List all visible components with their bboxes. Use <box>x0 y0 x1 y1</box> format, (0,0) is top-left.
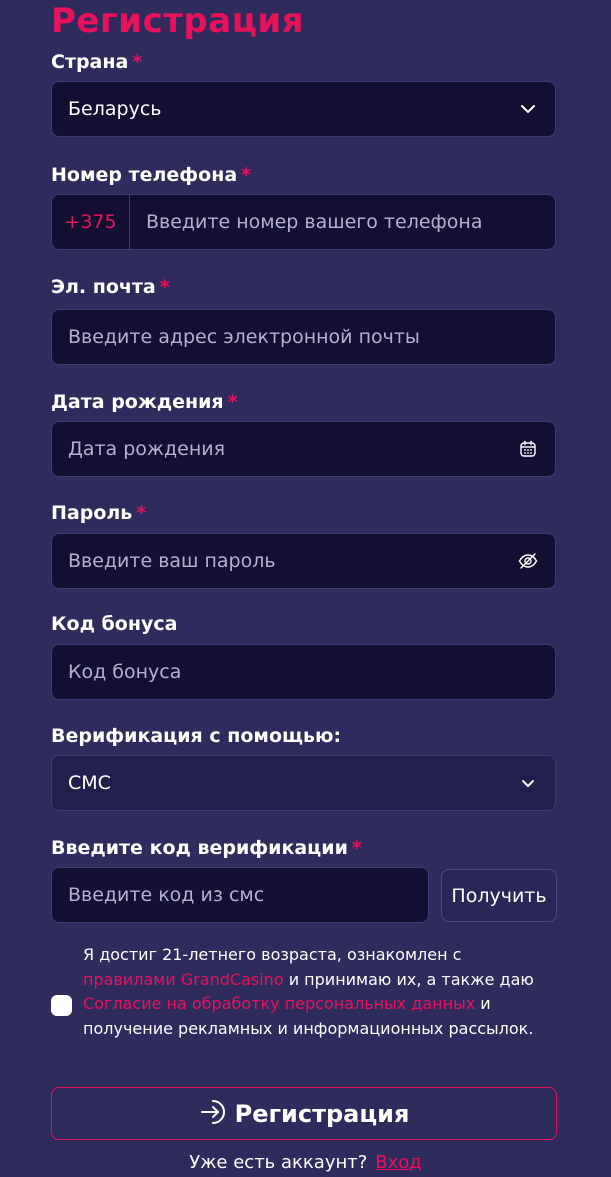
required-mark: * <box>159 276 170 298</box>
birthdate-label: Дата рождения * <box>51 390 238 414</box>
email-field[interactable]: Введите адрес электронной почты <box>51 309 556 365</box>
bonus-placeholder: Код бонуса <box>68 661 182 683</box>
required-mark: * <box>227 391 238 413</box>
verification-method-value: СМС <box>68 772 111 794</box>
chevron-down-icon <box>517 772 539 794</box>
password-placeholder: Введите ваш пароль <box>68 550 276 572</box>
password-field[interactable]: Введите ваш пароль <box>51 533 556 589</box>
required-mark: * <box>136 502 147 524</box>
country-label: Страна * <box>51 50 142 74</box>
country-select[interactable]: Беларусь <box>51 81 556 137</box>
required-mark: * <box>132 51 143 73</box>
verification-code-field[interactable]: Введите код из смс <box>51 867 429 923</box>
email-placeholder: Введите адрес электронной почты <box>68 326 420 348</box>
required-mark: * <box>351 837 362 859</box>
registration-page: Регистрация Страна * Беларусь Номер телеф… <box>0 0 611 1177</box>
phone-label-text: Номер телефона <box>51 164 238 186</box>
country-value: Беларусь <box>68 98 162 120</box>
phone-prefix: +375 <box>52 195 130 249</box>
bonus-label: Код бонуса <box>51 613 178 635</box>
calendar-icon[interactable] <box>517 438 539 460</box>
chevron-down-icon <box>517 98 539 120</box>
get-code-button[interactable]: Получить <box>441 869 557 922</box>
verification-code-label-text: Введите код верификации <box>51 837 348 859</box>
email-label-text: Эл. почта <box>51 276 156 298</box>
password-label: Пароль * <box>51 501 146 525</box>
register-button-label: Регистрация <box>234 1099 410 1128</box>
verification-code-label: Введите код верификации * <box>51 836 362 860</box>
login-prompt: Уже есть аккаунт? <box>189 1152 368 1173</box>
personal-data-consent-link[interactable]: Согласие на обработку персональных данны… <box>83 994 475 1013</box>
login-link[interactable]: Вход <box>375 1152 421 1173</box>
rules-link[interactable]: правилами GrandCasino <box>83 970 284 989</box>
birthdate-label-text: Дата рождения <box>51 391 224 413</box>
consent-checkbox[interactable] <box>51 995 72 1016</box>
email-label: Эл. почта * <box>51 275 170 299</box>
verification-method-label: Верификация с помощью: <box>51 725 342 747</box>
verification-code-placeholder: Введите код из смс <box>68 884 265 906</box>
country-label-text: Страна <box>51 51 129 73</box>
register-button[interactable]: Регистрация <box>51 1087 557 1140</box>
phone-field[interactable]: +375 Введите номер вашего телефона <box>51 194 556 250</box>
birthdate-placeholder: Дата рождения <box>68 438 226 460</box>
consent-text: Я достиг 21-летнего возраста, ознакомлен… <box>83 943 543 1041</box>
eye-off-icon[interactable] <box>517 550 539 572</box>
birthdate-field[interactable]: Дата рождения <box>51 421 556 477</box>
phone-placeholder: Введите номер вашего телефона <box>146 211 483 233</box>
page-title: Регистрация <box>51 1 305 41</box>
login-row: Уже есть аккаунт? Вход <box>0 1152 611 1173</box>
password-label-text: Пароль <box>51 502 133 524</box>
phone-label: Номер телефона * <box>51 163 251 187</box>
required-mark: * <box>241 164 252 186</box>
consent-text-part-2: и принимаю их, а также даю <box>283 969 534 989</box>
login-arrow-icon <box>199 1098 229 1130</box>
bonus-code-field[interactable]: Код бонуса <box>51 644 556 700</box>
verification-method-select[interactable]: СМС <box>51 755 556 811</box>
consent-text-part-1: Я достиг 21-летнего возраста, ознакомлен… <box>83 945 462 964</box>
